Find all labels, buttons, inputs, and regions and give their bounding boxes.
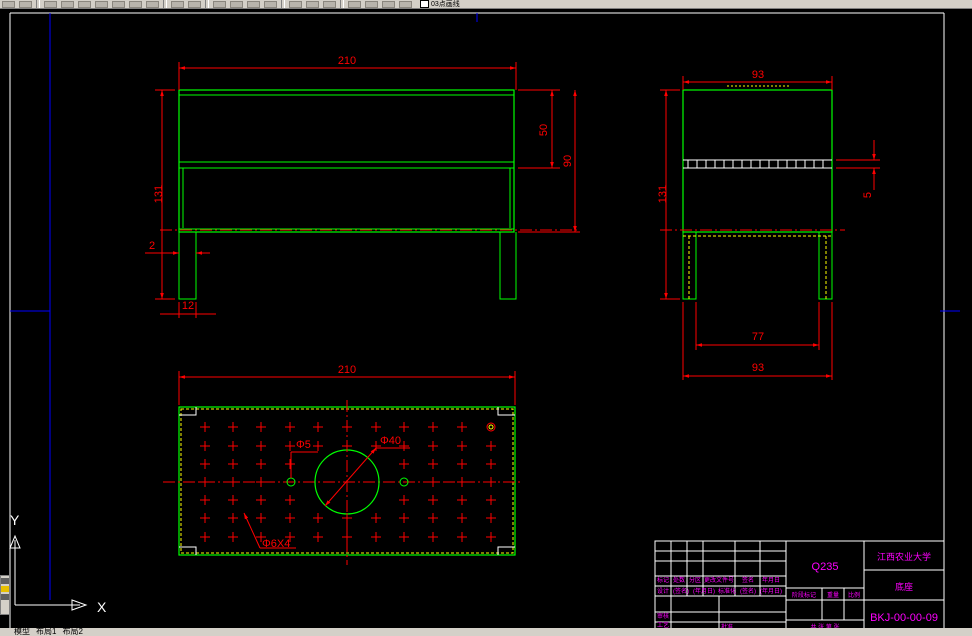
front-body-dim: 90: [562, 155, 574, 167]
tb-row-value-1: (签名): [673, 587, 689, 595]
left-dock-strip: [0, 575, 10, 615]
tab-layout1[interactable]: 布局1: [36, 628, 56, 636]
scale-label: 比例: [848, 591, 860, 599]
side-inner-dim: 77: [752, 331, 764, 343]
holes-dim: Φ6X4: [262, 538, 290, 550]
drawing-canvas[interactable]: 210 131 50 90 2 12 93 131 5 77 93 210 Φ5…: [0, 0, 972, 636]
tb-row-label-1: 处数: [673, 576, 685, 584]
weight-label: 重量: [827, 591, 839, 599]
dock-button[interactable]: [1, 586, 9, 592]
drawing-number-text: BKJ-00-00-09: [870, 612, 938, 624]
material-text: Q235: [812, 561, 839, 573]
school-text: 江西农业大学: [877, 551, 931, 562]
front-thickness-dim: 2: [149, 240, 155, 252]
tb-row-value-5: (年月日): [760, 587, 782, 595]
front-width-dim: 210: [338, 55, 356, 67]
top-view[interactable]: [163, 400, 522, 565]
tab-model[interactable]: 模型: [14, 628, 30, 636]
front-view-dimensions: 210 131 50 90 2 12: [145, 55, 580, 318]
tb-row-label-4: 签名: [742, 576, 754, 584]
tab-layout2[interactable]: 布局2: [62, 628, 82, 636]
tb-bottom-label-0: 审核: [657, 612, 669, 620]
side-outer-dim: 93: [752, 362, 764, 374]
side-view[interactable]: [660, 85, 845, 300]
dock-button[interactable]: [1, 594, 9, 600]
side-width-dim: 93: [752, 69, 764, 81]
ucs-y-label: Y: [10, 512, 20, 528]
top-width-dim: 210: [338, 364, 356, 376]
tb-row-label-3: 更改文件号: [704, 576, 734, 584]
title-block-text: Q235 江西农业大学 底座 BKJ-00-00-09 阶段标记 重量 比例 共…: [657, 551, 938, 631]
front-leg-dim: 12: [182, 300, 194, 312]
tb-row-label-5: 年月日: [762, 576, 780, 584]
part-name-text: 底座: [895, 581, 913, 592]
tb-row-value-2: (年月日): [693, 587, 715, 595]
side-height-dim: 131: [657, 185, 669, 203]
front-top-dim: 50: [538, 124, 550, 136]
drawing-border: [9, 12, 960, 636]
dock-button[interactable]: [1, 578, 9, 584]
large-hole-dim: Φ40: [380, 435, 401, 447]
tb-row-label-0: 标记: [657, 576, 669, 584]
tb-row-label-2: 分区: [689, 576, 701, 584]
front-view[interactable]: [160, 89, 580, 300]
side-view-dimensions: 93 131 5 77 93: [657, 69, 880, 380]
stage-label: 阶段标记: [792, 591, 816, 599]
side-view-slots: [687, 160, 824, 168]
small-hole-dim: Φ5: [296, 439, 311, 451]
tb-row-value-4: (签名): [740, 587, 756, 595]
ucs-x-label: X: [97, 599, 107, 615]
tb-row-value-0: 设计: [657, 587, 669, 595]
ucs-icon: Y X: [9, 512, 107, 615]
side-slot-dim: 5: [862, 192, 874, 198]
layout-tabs: 模型 布局1 布局2: [0, 628, 972, 636]
front-height-dim: 131: [153, 185, 165, 203]
tb-row-value-3: 标准化: [718, 587, 736, 595]
